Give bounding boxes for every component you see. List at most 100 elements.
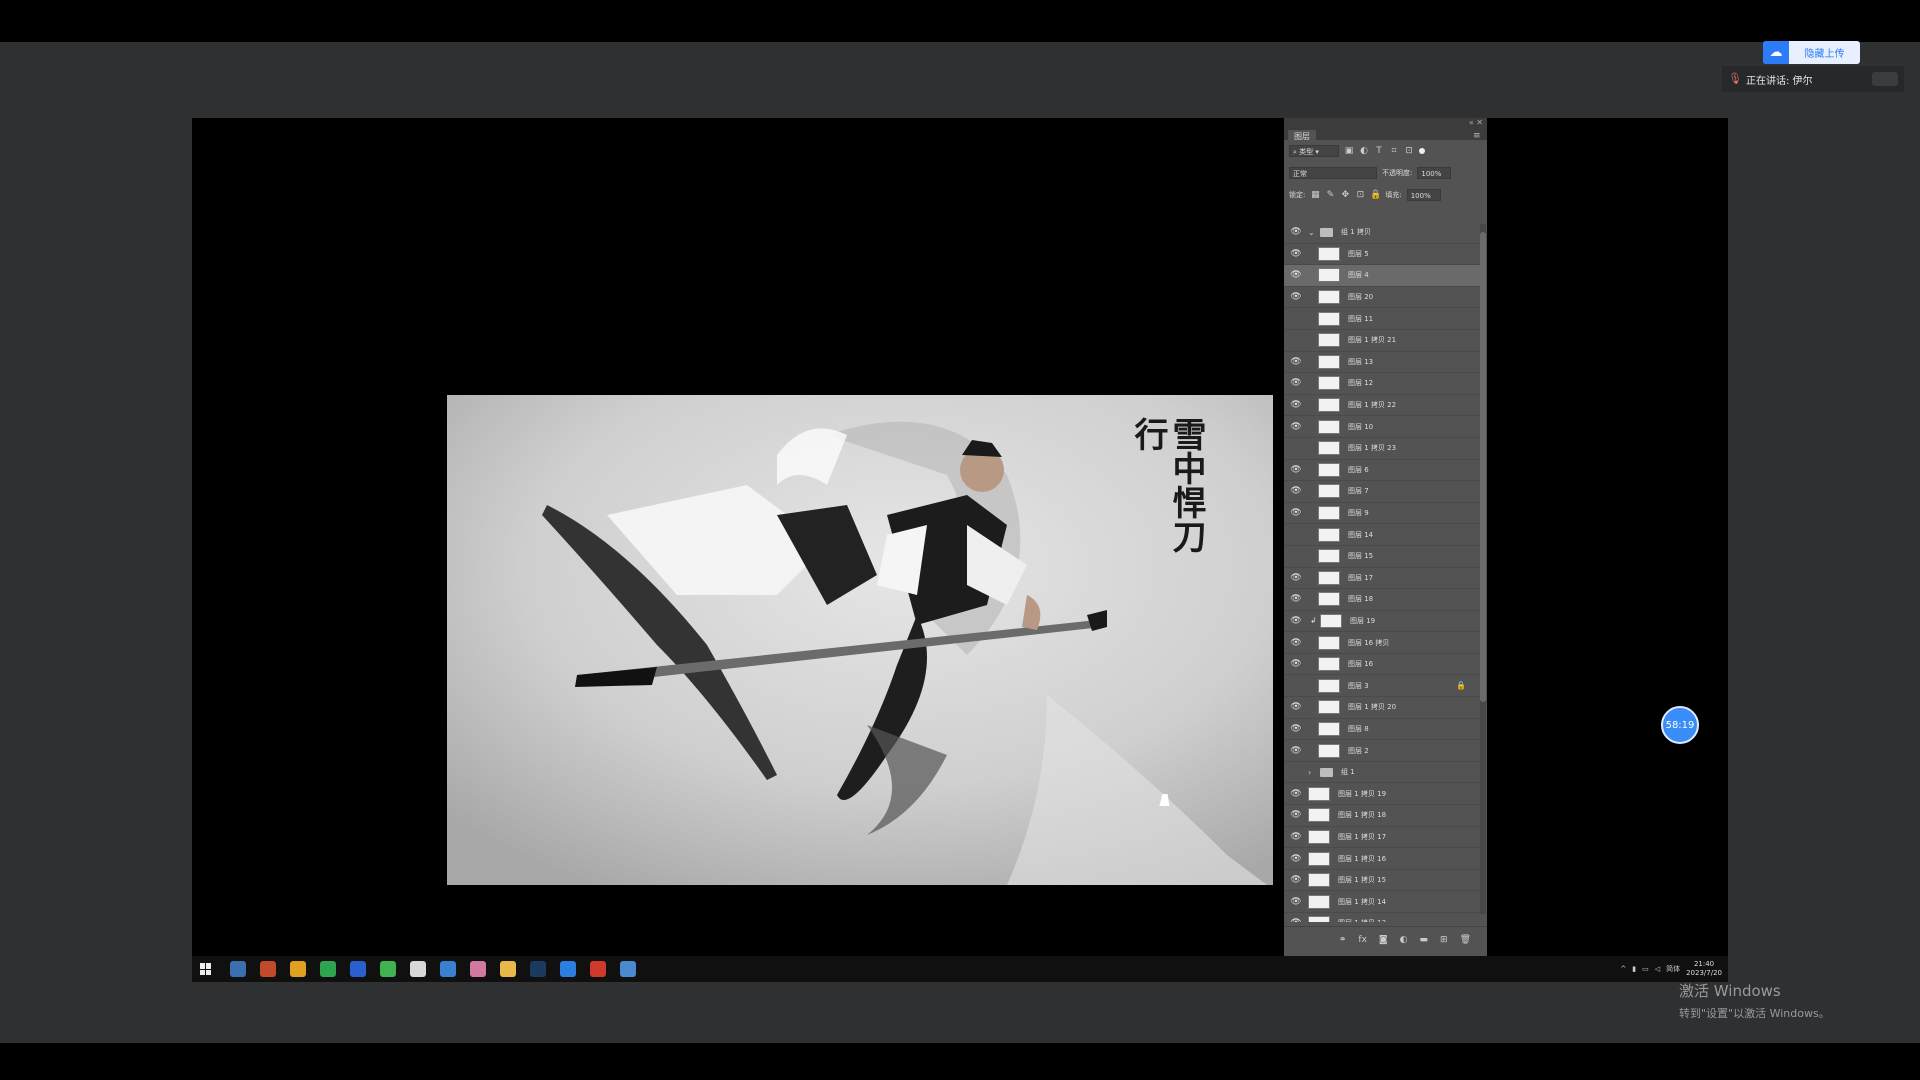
visibility-eye-icon[interactable]: 👁 — [1290, 530, 1302, 540]
group-expand-icon[interactable]: › — [1308, 768, 1316, 777]
layer-row[interactable]: 👁 图层 8 — [1284, 719, 1480, 741]
layer-row[interactable]: 👁 图层 20 — [1284, 287, 1480, 309]
visibility-eye-icon[interactable]: 👁 — [1290, 249, 1302, 259]
visibility-eye-icon[interactable]: 👁 — [1290, 314, 1302, 324]
visibility-eye-icon[interactable]: 👁 — [1290, 227, 1302, 237]
chrome-icon[interactable] — [290, 961, 306, 977]
type-filter-icon[interactable]: T — [1374, 146, 1384, 156]
layer-group-row[interactable]: 👁 ⌄ 组 1 拷贝 — [1284, 222, 1480, 244]
app-icon-7[interactable] — [410, 961, 426, 977]
visibility-eye-icon[interactable]: 👁 — [1290, 465, 1302, 475]
link-layers-icon[interactable]: ⚭ — [1339, 935, 1347, 945]
layer-style-icon[interactable]: fx — [1358, 935, 1367, 945]
tray-expand-icon[interactable]: ^ — [1620, 965, 1626, 973]
image-filter-icon[interactable]: ▣ — [1344, 146, 1354, 156]
visibility-eye-icon[interactable]: 👁 — [1290, 767, 1302, 777]
visibility-eye-icon[interactable]: 👁 — [1290, 875, 1302, 885]
windows-start-icon[interactable] — [200, 963, 212, 975]
visibility-eye-icon[interactable]: 👁 — [1290, 854, 1302, 864]
layer-row[interactable]: 👁 图层 2 — [1284, 740, 1480, 762]
layer-row[interactable]: 👁 图层 1 拷贝 18 — [1284, 805, 1480, 827]
tray-language[interactable]: 简体 — [1666, 964, 1680, 974]
lock-artboard-icon[interactable]: ⊡ — [1355, 190, 1365, 200]
delete-layer-icon[interactable]: 🗑 — [1460, 935, 1471, 945]
layer-row[interactable]: 👁 图层 15 — [1284, 546, 1480, 568]
visibility-eye-icon[interactable]: 👁 — [1290, 724, 1302, 734]
visibility-eye-icon[interactable]: 👁 — [1290, 659, 1302, 669]
layer-row[interactable]: 👁 图层 17 — [1284, 568, 1480, 590]
visibility-eye-icon[interactable]: 👁 — [1290, 616, 1302, 626]
visibility-eye-icon[interactable]: 👁 — [1290, 789, 1302, 799]
layer-row[interactable]: 👁 图层 14 — [1284, 524, 1480, 546]
app-icon-13[interactable] — [590, 961, 606, 977]
visibility-eye-icon[interactable]: 👁 — [1290, 746, 1302, 756]
visibility-eye-icon[interactable]: 👁 — [1290, 508, 1302, 518]
taskbar-clock[interactable]: 21:40 2023/7/20 — [1686, 960, 1722, 978]
battery-icon[interactable]: ▮ — [1632, 965, 1636, 973]
visibility-eye-icon[interactable]: 👁 — [1290, 897, 1302, 907]
layer-row[interactable]: 👁 图层 3 🔒 — [1284, 675, 1480, 698]
layer-row[interactable]: 👁 图层 7 — [1284, 481, 1480, 503]
photoshop-icon[interactable] — [530, 961, 546, 977]
visibility-eye-icon[interactable]: 👁 — [1290, 681, 1302, 691]
layer-row[interactable]: 👁 图层 9 — [1284, 503, 1480, 525]
visibility-eye-icon[interactable]: 👁 — [1290, 486, 1302, 496]
panel-menu-icon[interactable]: ≡ — [1473, 131, 1481, 141]
layer-row[interactable]: 👁 图层 12 — [1284, 373, 1480, 395]
visibility-eye-icon[interactable]: 👁 — [1290, 638, 1302, 648]
app-icon-5[interactable] — [350, 961, 366, 977]
visibility-eye-icon[interactable]: 👁 — [1290, 573, 1302, 583]
fill-field[interactable]: 100% — [1406, 189, 1441, 201]
visibility-eye-icon[interactable]: 👁 — [1290, 594, 1302, 604]
filter-kind-dropdown[interactable]: ⌕ 类型 ▾ — [1289, 145, 1339, 157]
visibility-eye-icon[interactable]: 👁 — [1290, 810, 1302, 820]
opacity-field[interactable]: 100% — [1417, 167, 1452, 179]
tab-layers[interactable]: 图层 — [1288, 130, 1316, 143]
layer-row[interactable]: 👁 图层 1 拷贝 16 — [1284, 848, 1480, 870]
layer-row[interactable]: 👁 图层 1 拷贝 22 — [1284, 395, 1480, 417]
new-group-icon[interactable]: ▬ — [1420, 935, 1429, 945]
layer-row[interactable]: 👁 图层 11 — [1284, 308, 1480, 330]
layer-row[interactable]: 👁 图层 1 拷贝 15 — [1284, 870, 1480, 892]
visibility-eye-icon[interactable]: 👁 — [1290, 400, 1302, 410]
lock-all-icon[interactable]: 🔒 — [1370, 190, 1381, 200]
visibility-eye-icon[interactable]: 👁 — [1290, 335, 1302, 345]
visibility-eye-icon[interactable]: 👁 — [1290, 422, 1302, 432]
layer-row[interactable]: 👁 图层 6 — [1284, 460, 1480, 482]
add-mask-icon[interactable]: ◙ — [1379, 935, 1388, 945]
layer-row[interactable]: 👁 图层 16 — [1284, 654, 1480, 676]
layer-row[interactable]: 👁 图层 1 拷贝 14 — [1284, 891, 1480, 913]
network-icon[interactable]: ▭ — [1642, 965, 1649, 973]
lock-position-icon[interactable]: ✥ — [1340, 190, 1350, 200]
lock-paint-icon[interactable]: ✎ — [1325, 190, 1335, 200]
layer-row[interactable]: 👁 图层 1 拷贝 20 — [1284, 697, 1480, 719]
visibility-eye-icon[interactable]: 👁 — [1290, 918, 1302, 922]
layer-group-row[interactable]: 👁 › 组 1 — [1284, 762, 1480, 784]
layer-row[interactable]: 👁 图层 5 — [1284, 244, 1480, 266]
scrollbar-thumb[interactable] — [1480, 232, 1486, 702]
app-icon-8[interactable] — [440, 961, 456, 977]
layer-row[interactable]: 👁 图层 1 拷贝 17 — [1284, 827, 1480, 849]
app-icon-2[interactable] — [260, 961, 276, 977]
folder-icon[interactable] — [500, 961, 516, 977]
lock-transparent-icon[interactable]: ▦ — [1310, 190, 1320, 200]
layer-row[interactable]: 👁 图层 1 拷贝 13 — [1284, 913, 1480, 922]
group-expand-icon[interactable]: ⌄ — [1308, 228, 1316, 237]
filter-toggle-icon[interactable] — [1419, 148, 1425, 154]
layer-row[interactable]: 👁 图层 1 拷贝 19 — [1284, 783, 1480, 806]
layer-row[interactable]: 👁 图层 18 — [1284, 589, 1480, 611]
visibility-eye-icon[interactable]: 👁 — [1290, 702, 1302, 712]
wechat-icon[interactable] — [320, 961, 336, 977]
layer-row[interactable]: 👁 图层 1 拷贝 23 — [1284, 438, 1480, 460]
new-layer-icon[interactable]: ⊞ — [1440, 935, 1448, 945]
layer-row[interactable]: 👁 图层 10 — [1284, 416, 1480, 438]
collapse-icon[interactable]: « ✕ — [1469, 118, 1483, 127]
layer-row[interactable]: 👁 图层 13 — [1284, 352, 1480, 374]
volume-icon[interactable]: ◁ — [1655, 965, 1660, 973]
app-icon-12[interactable] — [560, 961, 576, 977]
blend-mode-dropdown[interactable]: 正常 — [1289, 167, 1377, 179]
layer-row[interactable]: 👁 图层 16 拷贝 — [1284, 632, 1480, 654]
visibility-eye-icon[interactable]: 👁 — [1290, 551, 1302, 561]
layer-row[interactable]: 👁 图层 4 — [1284, 265, 1480, 287]
app-icon-14[interactable] — [620, 961, 636, 977]
